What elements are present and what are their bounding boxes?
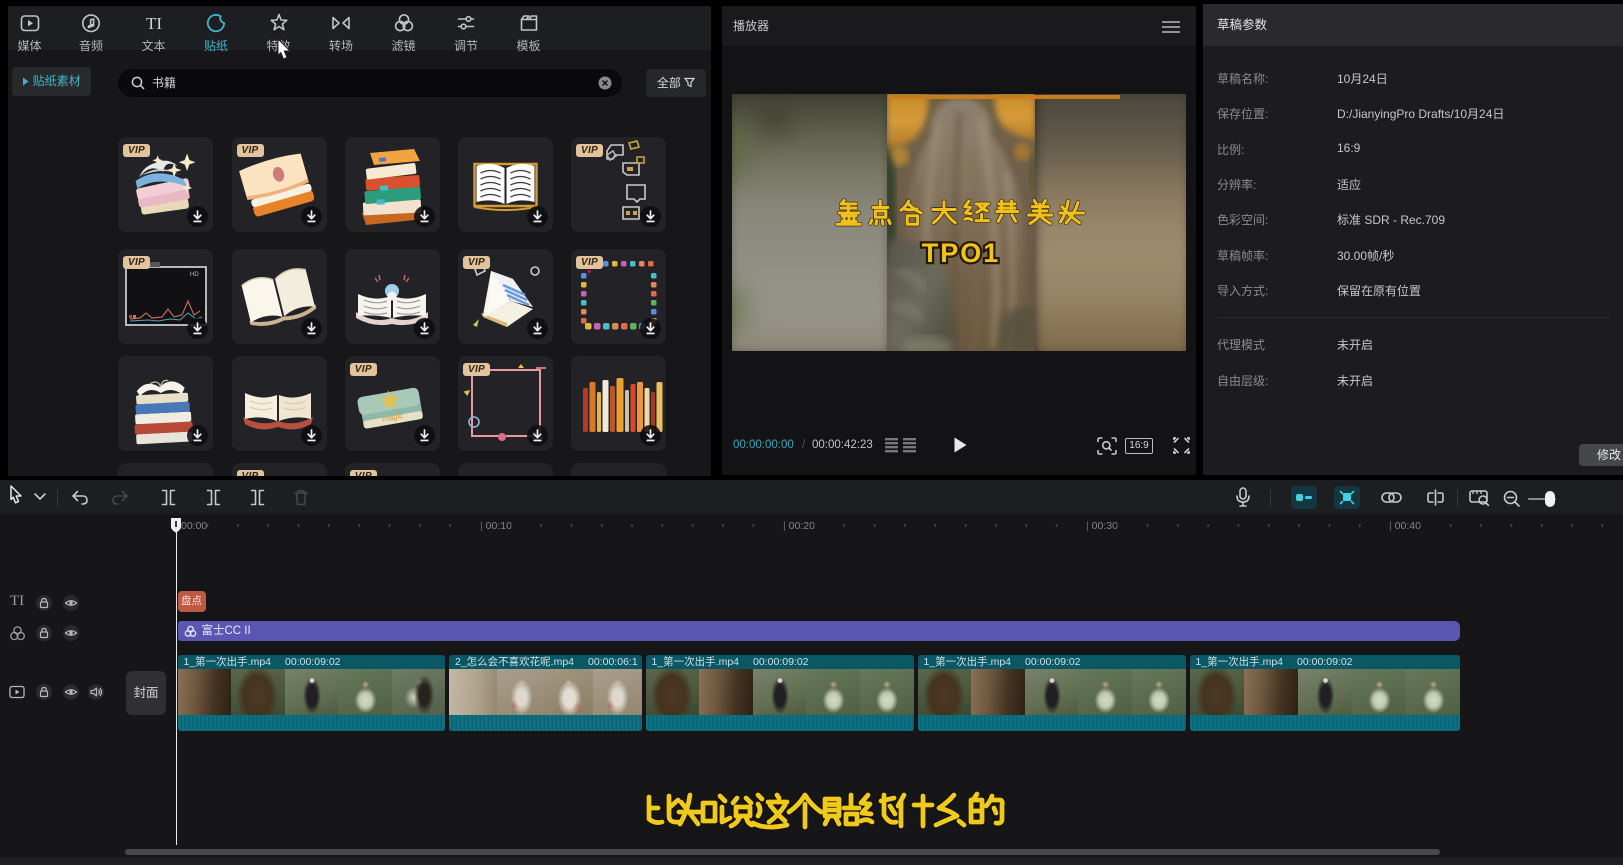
- svg-text:TI: TI: [145, 14, 161, 33]
- svg-text:HD: HD: [190, 272, 199, 278]
- svg-text:♥: ♥: [587, 269, 591, 276]
- svg-text:TPO1: TPO1: [922, 238, 1001, 268]
